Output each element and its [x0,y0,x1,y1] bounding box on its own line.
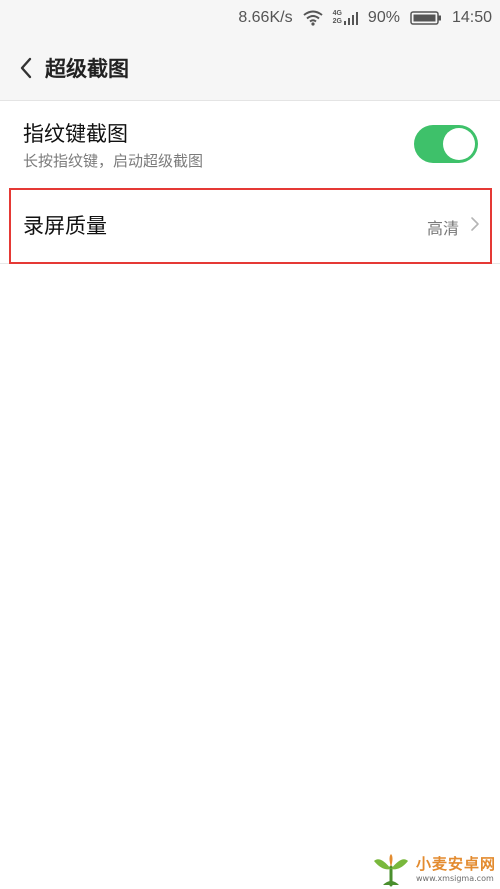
watermark-name: 小麦安卓网 [416,854,497,873]
signal-icon [343,10,358,26]
network-type-bottom: 2G [332,18,342,25]
recording-quality-label: 录屏质量 [23,214,107,238]
status-bar: 8.66K/s 4G 2G 90% 14:50 [0,0,500,36]
signal-indicator: 4G 2G [333,10,358,26]
status-indicators: 8.66K/s 4G 2G 90% 14:50 [238,0,492,36]
watermark: 小麦安卓网 www.xmsigma.com [372,850,500,889]
watermark-text: 小麦安卓网 www.xmsigma.com [416,854,497,883]
fingerprint-screenshot-title: 指纹键截图 [23,122,128,146]
battery-icon [410,10,442,26]
fingerprint-screenshot-row[interactable]: 指纹键截图 长按指纹键，启动超级截图 [0,101,500,187]
toggle-knob [443,128,475,160]
chevron-right-icon [470,216,480,232]
back-icon[interactable] [18,56,34,80]
sprout-logo-icon [372,853,410,887]
fingerprint-screenshot-subtitle: 长按指纹键，启动超级截图 [23,152,204,170]
network-speed: 8.66K/s [238,9,293,26]
recording-quality-row[interactable]: 录屏质量 高清 [0,187,500,264]
settings-list: 指纹键截图 长按指纹键，启动超级截图 录屏质量 高清 [0,101,500,889]
clock: 14:50 [451,9,492,26]
network-type-top: 4G [332,10,342,17]
page-title: 超级截图 [45,57,129,81]
network-type-labels: 4G 2G [333,10,342,26]
battery-percentage: 90% [367,9,400,26]
title-bar: 超级截图 [0,36,500,101]
wifi-icon [302,10,323,26]
fingerprint-screenshot-toggle[interactable] [414,125,478,163]
watermark-url: www.xmsigma.com [416,873,494,883]
recording-quality-value: 高清 [426,219,459,238]
